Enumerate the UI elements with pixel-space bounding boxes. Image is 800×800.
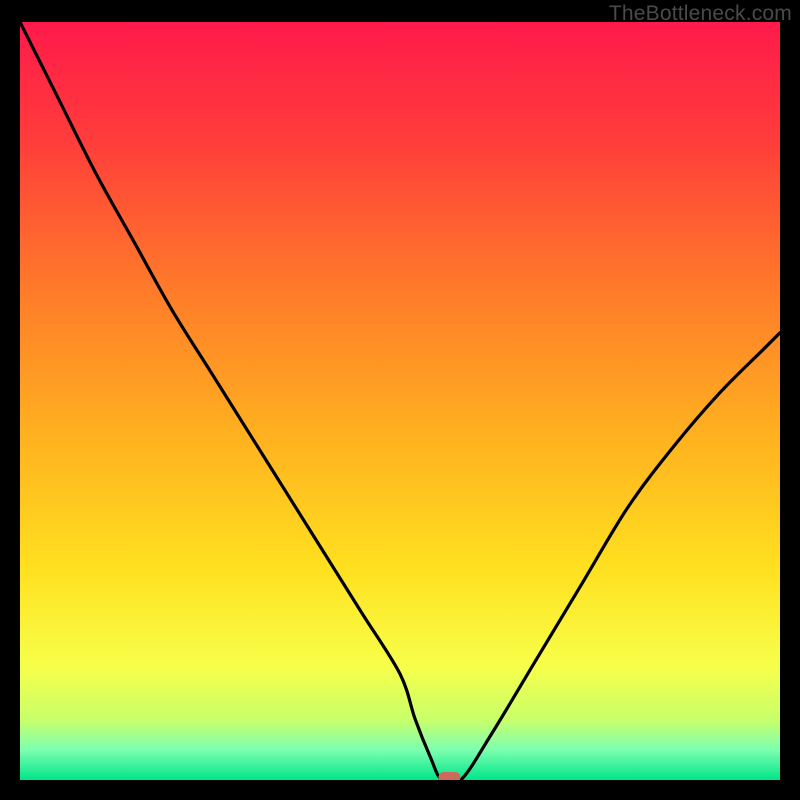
chart-frame: TheBottleneck.com <box>0 0 800 800</box>
optimal-marker <box>438 772 460 780</box>
bottleneck-plot <box>20 22 780 780</box>
watermark-text: TheBottleneck.com <box>609 2 792 26</box>
gradient-background <box>20 22 780 780</box>
